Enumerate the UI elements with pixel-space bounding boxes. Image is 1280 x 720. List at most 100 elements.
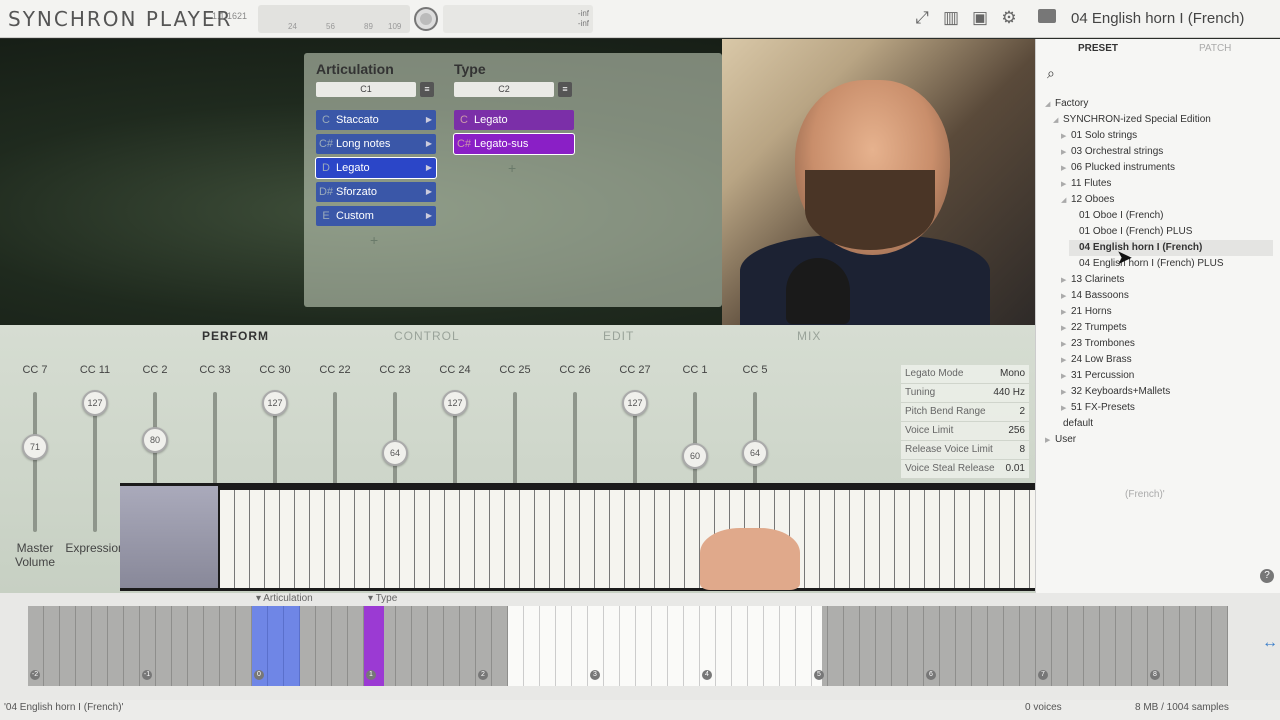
collapsed-icon[interactable]: ▶ [1061,129,1071,145]
tree-item[interactable]: ▶ 24 Low Brass [1061,352,1273,368]
octave-marker: 2 [478,670,488,680]
octave-marker: 4 [702,670,712,680]
slider-knob[interactable]: 127 [442,390,468,416]
tree-item[interactable]: ▶ 11 Flutes [1061,176,1273,192]
tab-mix[interactable]: MIX [797,329,821,343]
param-value[interactable]: Mono [1000,365,1025,383]
param-value[interactable]: 440 Hz [993,384,1025,402]
param-value[interactable]: 256 [1008,422,1025,440]
articulation-item[interactable]: C# Long notes ▶ [316,134,436,154]
articulation-item[interactable]: E Custom ▶ [316,206,436,226]
collapsed-icon[interactable]: ▶ [1061,289,1071,305]
slider-track[interactable] [33,392,37,532]
slider-knob[interactable]: 80 [142,427,168,453]
tree-item[interactable]: ▶ 23 Trombones [1061,336,1273,352]
tree-item[interactable]: default [1053,416,1273,432]
tree-item[interactable]: ▶ 32 Keyboards+Mallets [1061,384,1273,400]
expand-icon[interactable]: ⤢ [912,8,932,28]
tab-patch[interactable]: PATCH [1199,43,1231,54]
collapsed-icon[interactable]: ▶ [1061,145,1071,161]
tree-item[interactable]: ▶ User [1045,432,1273,448]
param-value[interactable]: 2 [1019,403,1025,421]
tree-item[interactable]: ▶ 06 Plucked instruments [1061,160,1273,176]
articulation-item[interactable]: D# Sforzato ▶ [316,182,436,202]
type-key-select[interactable]: C2 [454,82,554,97]
collapsed-icon[interactable]: ▶ [1061,337,1071,353]
expanded-icon[interactable]: ◢ [1053,113,1063,129]
folder-icon[interactable] [1038,9,1056,23]
tree-item[interactable]: 04 English horn I (French) [1069,240,1273,256]
slider-knob[interactable]: 71 [22,434,48,460]
tab-perform[interactable]: PERFORM [202,329,269,343]
tree-item[interactable]: 01 Oboe I (French) PLUS [1069,224,1273,240]
status-voices: 0 voices [1025,702,1062,713]
param-row[interactable]: Voice Limit 256 [901,422,1029,441]
piano-icon[interactable]: ▥ [941,8,961,28]
keyboard-type-label: ▾ Type [368,593,398,604]
tree-item[interactable]: ◢ 12 Oboes [1061,192,1273,208]
param-row[interactable]: Release Voice Limit 8 [901,441,1029,460]
tree-item[interactable]: ▶ 13 Clarinets [1061,272,1273,288]
param-row[interactable]: Tuning 440 Hz [901,384,1029,403]
collapsed-icon[interactable]: ▶ [1061,305,1071,321]
collapsed-icon[interactable]: ▶ [1061,385,1071,401]
slider-knob[interactable]: 64 [742,440,768,466]
expanded-icon[interactable]: ◢ [1061,193,1071,209]
collapsed-icon[interactable]: ▶ [1045,433,1055,449]
slider-knob[interactable]: 64 [382,440,408,466]
cpu-icon[interactable]: ▣ [970,8,990,28]
articulation-item[interactable]: D Legato ▶ [315,157,437,179]
collapsed-icon[interactable]: ▶ [1061,321,1071,337]
articulation-item[interactable]: C Staccato ▶ [316,110,436,130]
octave-marker: -2 [30,670,40,680]
tree-item[interactable]: 01 Oboe I (French) [1069,208,1273,224]
param-row[interactable]: Pitch Bend Range 2 [901,403,1029,422]
articulation-label: Custom [336,210,374,222]
tab-preset[interactable]: PRESET [1078,43,1118,54]
collapsed-icon[interactable]: ▶ [1061,353,1071,369]
tree-item[interactable]: ▶ 03 Orchestral strings [1061,144,1273,160]
tree-item[interactable]: ▶ 01 Solo strings [1061,128,1273,144]
tree-item[interactable]: 04 English horn I (French) PLUS [1069,256,1273,272]
articulation-stack-button[interactable]: ≡ [420,82,434,97]
slider-knob[interactable]: 127 [262,390,288,416]
add-type-button[interactable]: + [508,160,516,176]
articulation-key-select[interactable]: C1 [316,82,416,97]
collapsed-icon[interactable]: ▶ [1061,401,1071,417]
expanded-icon[interactable]: ◢ [1045,97,1055,113]
tree-item[interactable]: ▶ 22 Trumpets [1061,320,1273,336]
param-value[interactable]: 0.01 [1006,460,1025,478]
scroll-arrows-icon[interactable]: ↔ [1262,634,1278,652]
type-stack-button[interactable]: ≡ [558,82,572,97]
collapsed-icon[interactable]: ▶ [1061,369,1071,385]
master-volume-knob[interactable] [414,7,438,31]
collapsed-icon[interactable]: ▶ [1061,161,1071,177]
tree-item[interactable]: ▶ 21 Horns [1061,304,1273,320]
presenter-beard [805,170,935,250]
playable-key-range[interactable] [508,606,822,686]
tree-label: default [1063,418,1094,429]
tree-label: 04 English horn I (French) PLUS [1079,258,1224,269]
tree-item[interactable]: ▶ 51 FX-Presets [1061,400,1273,416]
type-item[interactable]: C Legato [454,110,574,130]
param-row[interactable]: Legato Mode Mono [901,365,1029,384]
tree-item[interactable]: ▶ 14 Bassoons [1061,288,1273,304]
slider-knob[interactable]: 127 [82,390,108,416]
gear-icon[interactable]: ⚙ [999,8,1019,28]
tree-item[interactable]: ▶ 31 Percussion [1061,368,1273,384]
tab-edit[interactable]: EDIT [603,329,634,343]
add-articulation-button[interactable]: + [370,232,378,248]
octave-marker: 1 [366,670,376,680]
param-value[interactable]: 8 [1019,441,1025,459]
collapsed-icon[interactable]: ▶ [1061,273,1071,289]
tree-item[interactable]: ◢ Factory [1045,96,1273,112]
collapsed-icon[interactable]: ▶ [1061,177,1071,193]
tree-item[interactable]: ◢ SYNCHRON-ized Special Edition [1053,112,1273,128]
type-item[interactable]: C# Legato-sus [453,133,575,155]
tab-control[interactable]: CONTROL [394,329,460,343]
slider-knob[interactable]: 60 [682,443,708,469]
search-icon[interactable]: ⌕ [1047,65,1055,82]
param-row[interactable]: Voice Steal Release 0.01 [901,460,1029,479]
help-icon[interactable]: ? [1260,569,1274,583]
slider-knob[interactable]: 127 [622,390,648,416]
